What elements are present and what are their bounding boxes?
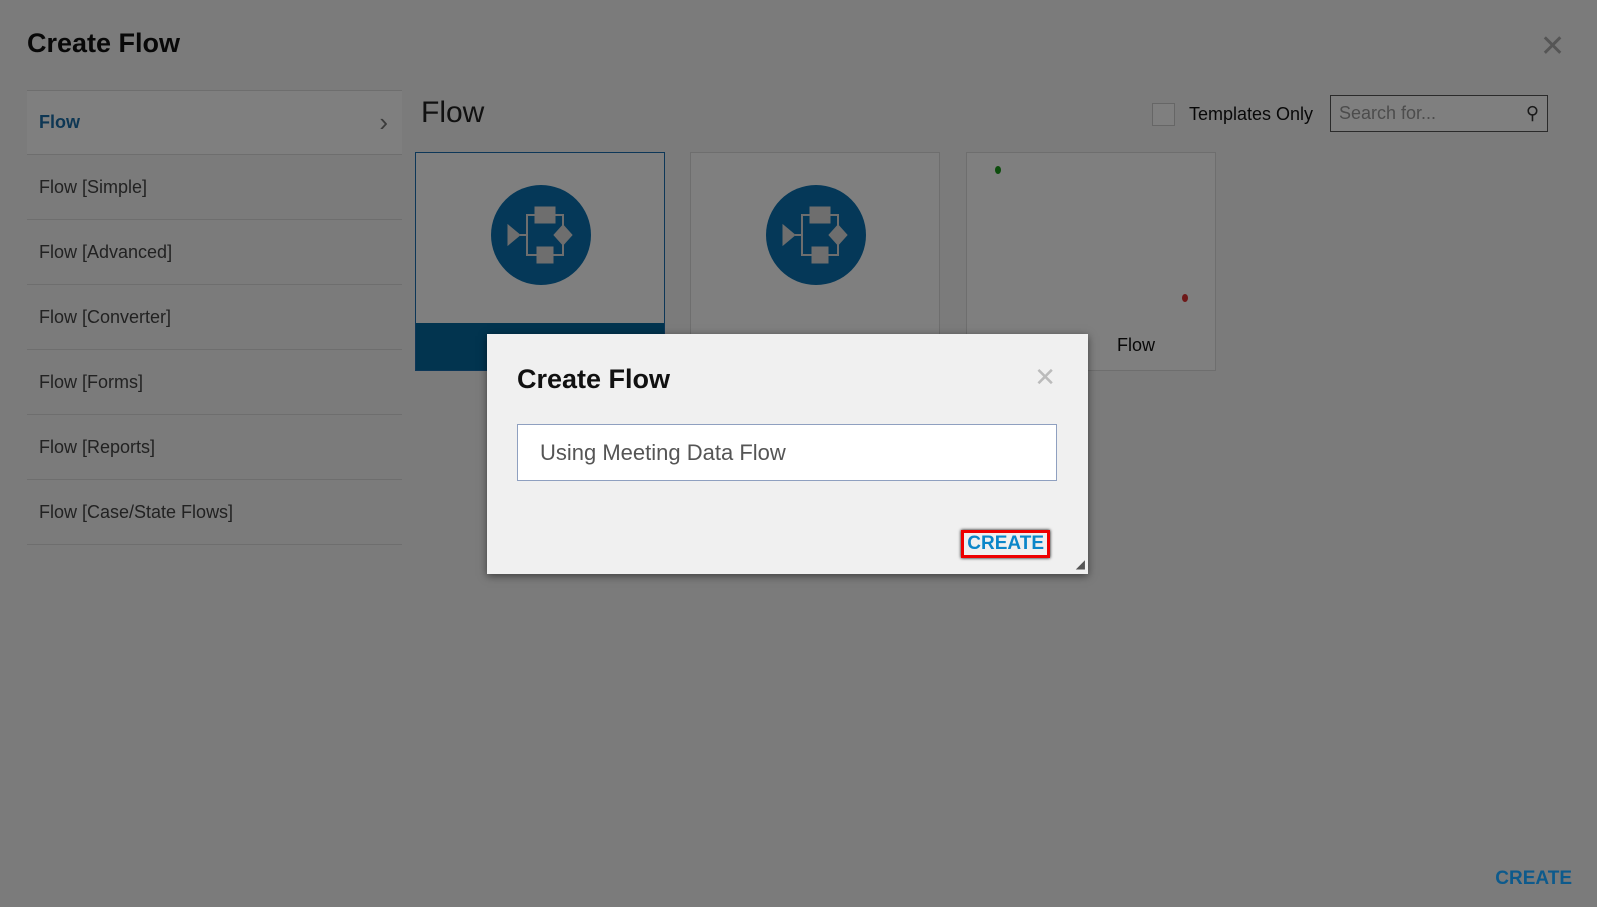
create-button[interactable]: CREATE (1495, 868, 1572, 890)
create-flow-dialog: Create Flow ✕ CREATE ◢ (487, 334, 1088, 574)
dialog-title: Create Flow (517, 364, 671, 394)
close-icon[interactable]: ✕ (1034, 364, 1056, 390)
resize-grip-icon[interactable]: ◢ (1076, 557, 1085, 571)
dialog-create-button[interactable]: CREATE (961, 530, 1050, 558)
flow-name-input[interactable] (517, 424, 1057, 481)
